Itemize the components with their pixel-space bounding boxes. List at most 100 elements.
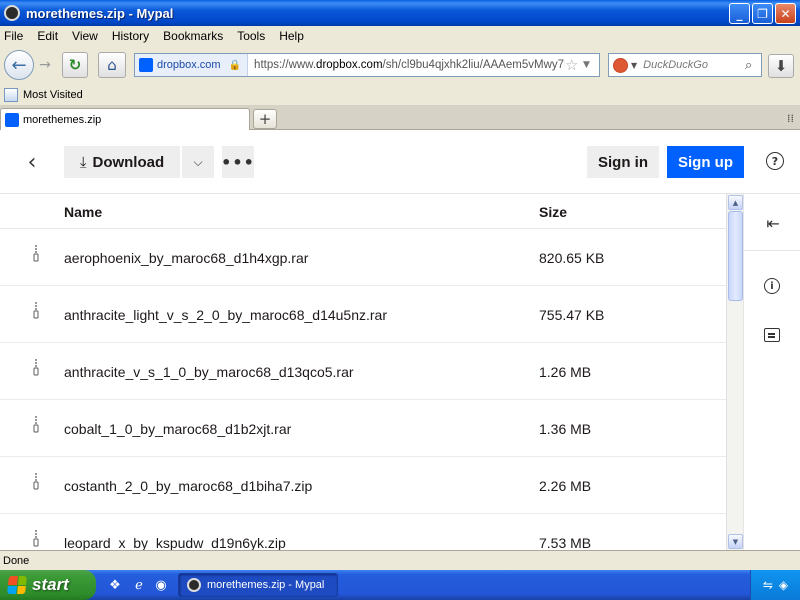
- bookmark-most-visited[interactable]: Most Visited: [23, 89, 83, 101]
- back-button[interactable]: ←: [4, 50, 34, 80]
- side-panel: ⇤ i: [743, 194, 800, 550]
- search-bar[interactable]: ▼ DuckDuckGo ⌕: [608, 53, 762, 77]
- file-row[interactable]: costanth_2_0_by_maroc68_d1biha7.zip 2.26…: [0, 457, 726, 514]
- bookmarks-toolbar: Most Visited: [0, 84, 800, 106]
- forward-arrow-icon: →: [39, 57, 51, 73]
- site-identity[interactable]: dropbox.com 🔒: [135, 54, 249, 76]
- archive-file-icon: [26, 244, 46, 268]
- help-icon[interactable]: ?: [766, 152, 784, 170]
- search-icon[interactable]: ⌕: [745, 58, 761, 73]
- page-back-button[interactable]: ‹: [22, 150, 42, 175]
- minimize-button[interactable]: _: [729, 3, 750, 24]
- new-tab-button[interactable]: +: [253, 109, 277, 129]
- menu-tools[interactable]: Tools: [237, 29, 265, 43]
- back-arrow-icon: ←: [11, 54, 27, 76]
- comment-icon[interactable]: [764, 328, 780, 342]
- quicklaunch-ie-icon[interactable]: ℯ: [130, 576, 148, 594]
- file-row[interactable]: anthracite_v_s_1_0_by_maroc68_d13qco5.ra…: [0, 343, 726, 400]
- scroll-down-button[interactable]: ▼: [728, 534, 743, 549]
- search-input[interactable]: DuckDuckGo: [643, 59, 745, 71]
- lock-icon: 🔒: [228, 59, 242, 71]
- menu-help[interactable]: Help: [279, 29, 304, 43]
- tab-strip: morethemes.zip + ⁞⁞: [0, 106, 800, 130]
- menu-view[interactable]: View: [72, 29, 98, 43]
- download-button[interactable]: ⤓ Download: [64, 146, 180, 178]
- archive-file-icon: [26, 301, 46, 325]
- start-label: start: [32, 575, 69, 594]
- tab-list-icon[interactable]: ⁞⁞: [787, 112, 794, 125]
- bookmark-star-icon[interactable]: ☆: [565, 56, 583, 74]
- menu-file[interactable]: File: [4, 29, 23, 43]
- window-controls: _ ❐ ✕: [729, 3, 796, 24]
- sign-in-button[interactable]: Sign in: [587, 146, 659, 178]
- download-options-button[interactable]: ⌵: [182, 146, 214, 178]
- download-arrow-icon: ⬇: [774, 57, 788, 75]
- site-identity-label: dropbox.com: [157, 59, 221, 71]
- forward-button[interactable]: →: [34, 52, 56, 78]
- file-name: costanth_2_0_by_maroc68_d1biha7.zip: [64, 478, 313, 494]
- start-button[interactable]: start: [0, 570, 96, 600]
- taskbar-item-mypal[interactable]: morethemes.zip - Mypal: [178, 573, 338, 597]
- address-bar[interactable]: dropbox.com 🔒 https://www.dropbox.com/sh…: [134, 53, 600, 77]
- dropbox-tab-icon: [5, 112, 19, 127]
- collapse-panel-button[interactable]: ⇤: [762, 212, 784, 234]
- search-engine-dropdown-icon[interactable]: ▼: [631, 61, 637, 70]
- window-title: morethemes.zip - Mypal: [26, 5, 174, 21]
- taskbar: start ❖ ℯ ◉ morethemes.zip - Mypal ⇋ ◈: [0, 570, 800, 600]
- file-row[interactable]: aerophoenix_by_maroc68_d1h4xgp.rar 820.6…: [0, 229, 726, 286]
- column-size-header[interactable]: Size: [539, 204, 567, 220]
- quicklaunch-explorer-icon[interactable]: ❖: [106, 576, 124, 594]
- column-name-header[interactable]: Name: [64, 204, 102, 220]
- archive-file-icon: [26, 472, 46, 496]
- scroll-thumb[interactable]: [728, 211, 743, 301]
- duckduckgo-icon[interactable]: [613, 57, 628, 73]
- status-text: Done: [3, 554, 30, 567]
- url-dropdown-icon[interactable]: ▼: [583, 60, 599, 70]
- file-size: 2.26 MB: [539, 478, 592, 494]
- url-domain: dropbox.com: [316, 59, 383, 71]
- download-label: Download: [92, 153, 165, 171]
- scroll-down-arrow-icon: ▼: [732, 537, 739, 546]
- file-name: leopard_x_by_kspudw_d19n6yk.zip: [64, 535, 286, 550]
- archive-file-icon: [26, 529, 46, 550]
- navigation-toolbar: ← → ↻ ⌂ dropbox.com 🔒 https://www.dropbo…: [0, 46, 800, 84]
- file-size: 755.47 KB: [539, 307, 605, 323]
- url-path: /sh/cl9bu4qjxhk2liu/AAAem5vMwy7N: [382, 59, 565, 71]
- side-panel-divider: [744, 250, 800, 251]
- quicklaunch-media-icon[interactable]: ◉: [152, 576, 170, 594]
- scroll-up-arrow-icon: ▲: [732, 198, 739, 207]
- menu-history[interactable]: History: [112, 29, 149, 43]
- menu-edit[interactable]: Edit: [37, 29, 58, 43]
- downloads-button[interactable]: ⬇: [768, 54, 794, 78]
- file-row[interactable]: anthracite_light_v_s_2_0_by_maroc68_d14u…: [0, 286, 726, 343]
- file-row[interactable]: leopard_x_by_kspudw_d19n6yk.zip 7.53 MB: [0, 514, 726, 550]
- file-name: cobalt_1_0_by_maroc68_d1b2xjt.rar: [64, 421, 292, 437]
- file-list-header: Name Size: [0, 194, 726, 229]
- plus-icon: +: [258, 110, 272, 128]
- home-icon: ⌂: [107, 56, 117, 74]
- close-button[interactable]: ✕: [775, 3, 796, 24]
- info-icon[interactable]: i: [764, 278, 780, 294]
- reload-button[interactable]: ↻: [62, 52, 88, 78]
- sign-up-button[interactable]: Sign up: [667, 146, 744, 178]
- file-size: 1.36 MB: [539, 421, 592, 437]
- network-tray-icon[interactable]: ⇋: [763, 578, 773, 592]
- window-title-bar[interactable]: morethemes.zip - Mypal _ ❐ ✕: [0, 0, 800, 26]
- maximize-button[interactable]: ❐: [752, 3, 773, 24]
- menu-bookmarks[interactable]: Bookmarks: [163, 29, 223, 43]
- system-tray: ⇋ ◈: [750, 570, 800, 600]
- file-size: 1.26 MB: [539, 364, 592, 380]
- more-actions-button[interactable]: •••: [221, 146, 254, 178]
- scroll-up-button[interactable]: ▲: [728, 195, 743, 210]
- file-list-scrollbar[interactable]: ▲ ▼: [726, 194, 743, 550]
- home-button[interactable]: ⌂: [98, 52, 126, 78]
- tab-morethemes[interactable]: morethemes.zip: [0, 108, 250, 130]
- archive-file-icon: [26, 358, 46, 382]
- taskbar-item-label: morethemes.zip - Mypal: [207, 579, 325, 591]
- volume-tray-icon[interactable]: ◈: [779, 578, 788, 592]
- file-size: 7.53 MB: [539, 535, 592, 550]
- url-text[interactable]: https://www.dropbox.com/sh/cl9bu4qjxhk2l…: [248, 59, 565, 71]
- mypal-app-icon: [4, 5, 20, 21]
- file-row[interactable]: cobalt_1_0_by_maroc68_d1b2xjt.rar 1.36 M…: [0, 400, 726, 457]
- bookmark-page-icon: [4, 87, 18, 102]
